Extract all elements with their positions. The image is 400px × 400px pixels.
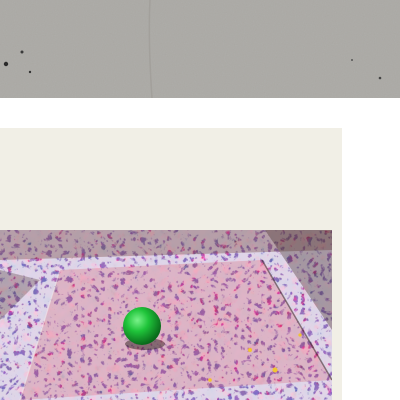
splatter-canvas — [0, 230, 332, 400]
splatter-painting — [0, 230, 332, 400]
right-margin — [342, 128, 400, 400]
white-strip — [0, 98, 400, 128]
green-sphere — [123, 307, 161, 345]
concrete-texture — [0, 0, 400, 98]
photo-scene — [0, 0, 400, 400]
concrete-floor — [0, 0, 400, 98]
